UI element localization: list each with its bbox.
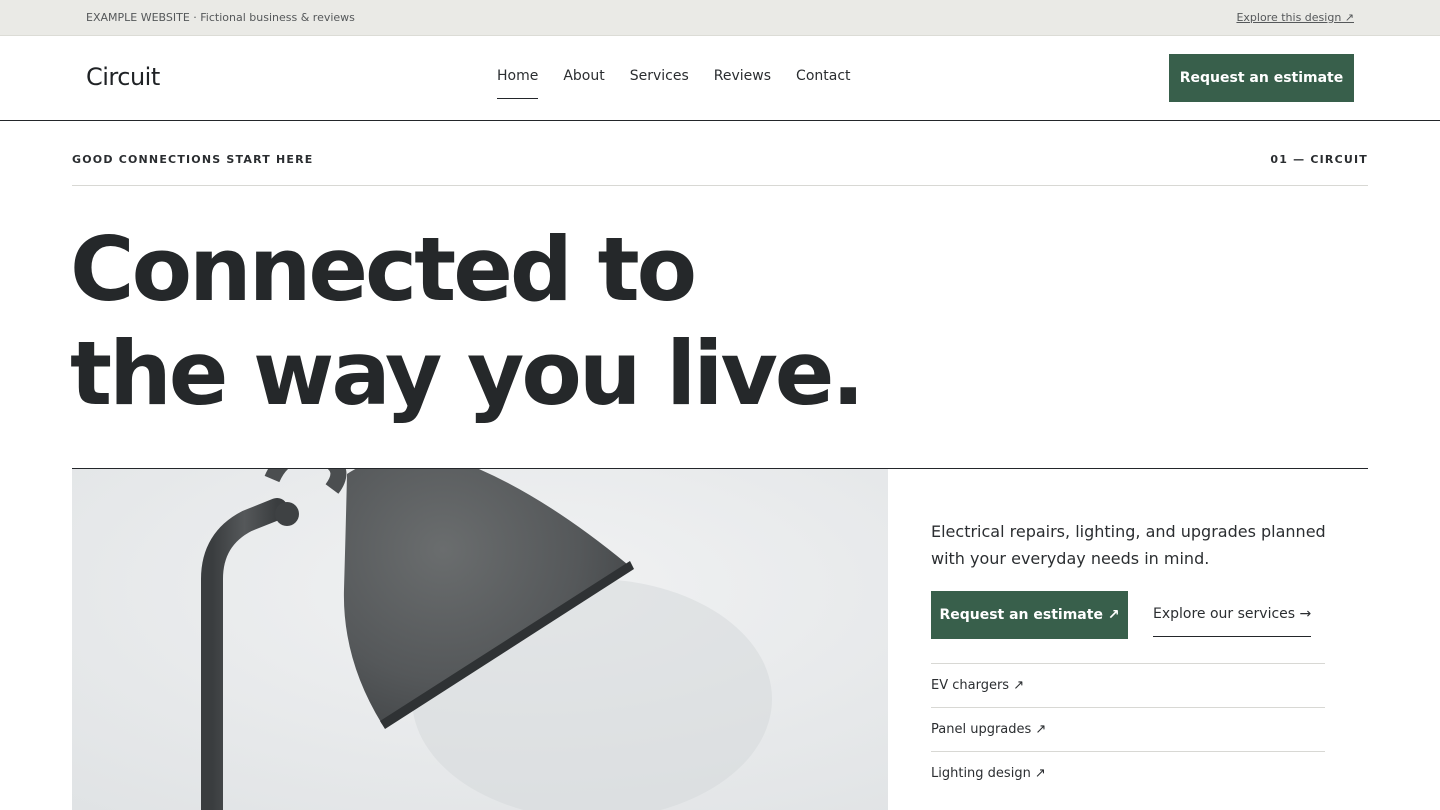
nav-about[interactable]: About [563,68,604,84]
main-nav: Home About Services Reviews Contact [497,68,876,99]
service-link-lighting-design[interactable]: Lighting design ↗ [931,751,1325,795]
service-link-ev-chargers[interactable]: EV chargers ↗ [931,663,1325,707]
nav-home[interactable]: Home [497,68,539,99]
eyebrow-tagline: GOOD CONNECTIONS START HERE [72,153,314,166]
lamp-illustration [72,469,888,810]
site-header: Circuit Home About Services Reviews Cont… [0,36,1440,121]
nav-contact[interactable]: Contact [796,68,850,84]
desk-lamp-photo [72,469,888,810]
section-index: 01 — CIRCUIT [1270,153,1368,166]
service-link-panel-upgrades[interactable]: Panel upgrades ↗ [931,707,1325,751]
header-request-estimate-button[interactable]: Request an estimate [1169,54,1354,102]
example-website-notice: EXAMPLE WEBSITE · Fictional business & r… [86,11,355,24]
divider [72,185,1368,186]
logo[interactable]: Circuit [86,63,160,91]
nav-services[interactable]: Services [630,68,689,84]
headline-line-1: Connected to [70,218,697,321]
headline-line-2: the way you live. [70,322,865,425]
hero-intro-text: Electrical repairs, lighting, and upgrad… [931,522,1326,568]
hero-headline: Connected to the way you live. [70,218,865,426]
services-list: EV chargers ↗ Panel upgrades ↗ Lighting … [931,663,1325,795]
explore-design-link[interactable]: Explore this design ↗ [1236,11,1354,24]
explore-services-link[interactable]: Explore our services → [1153,606,1312,637]
top-notice-bar: EXAMPLE WEBSITE · Fictional business & r… [0,0,1440,36]
nav-reviews[interactable]: Reviews [714,68,771,84]
request-estimate-button[interactable]: Request an estimate ↗ [931,591,1128,639]
